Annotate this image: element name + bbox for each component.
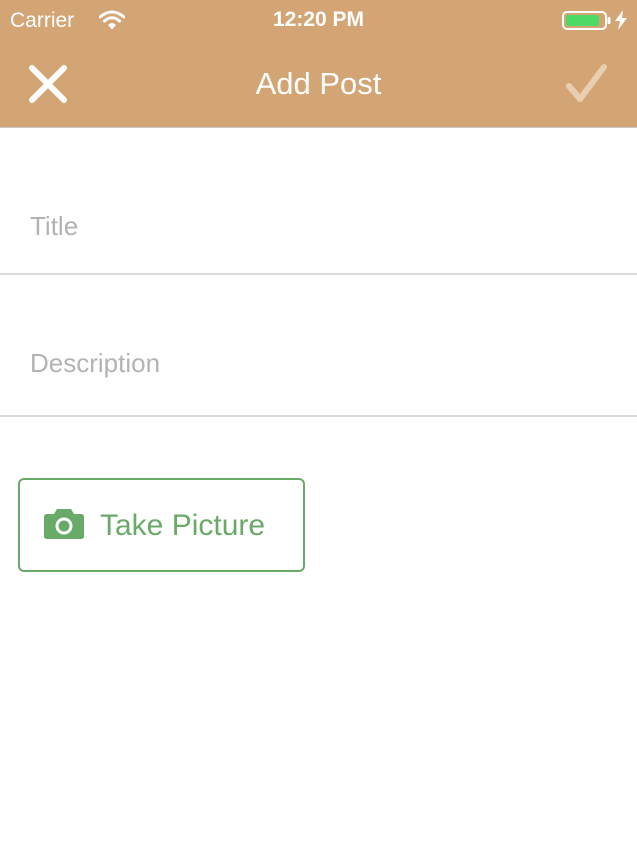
- description-input[interactable]: [30, 345, 620, 381]
- camera-icon: [44, 509, 84, 544]
- description-field-container: [0, 275, 637, 417]
- navigation-bar: Carrier 12:20 PM Add Post: [0, 0, 637, 128]
- page-title: Add Post: [255, 66, 382, 101]
- title-input[interactable]: [30, 208, 620, 244]
- title-field-container: [0, 128, 637, 275]
- checkmark-icon: [562, 64, 612, 110]
- status-time: 12:20 PM: [272, 8, 365, 31]
- bolt-icon: [614, 10, 628, 35]
- take-picture-label: Take Picture: [100, 509, 266, 542]
- take-picture-button[interactable]: Take Picture: [18, 478, 305, 572]
- battery-charging-icon: [562, 11, 612, 36]
- done-button[interactable]: [562, 62, 612, 106]
